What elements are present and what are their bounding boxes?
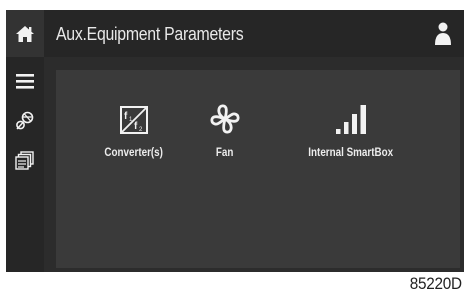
tile-fan-label: Fan	[216, 145, 234, 159]
menu-icon	[16, 73, 34, 89]
menu-button[interactable]	[6, 63, 44, 99]
signal-bars-icon	[336, 105, 366, 134]
parameters-panel: f 1 f 2 Converter(s) Fan Internal SmartB…	[56, 70, 460, 268]
tools-icon	[16, 111, 34, 130]
figure-code: 85220D	[410, 274, 462, 293]
home-button[interactable]	[6, 10, 44, 57]
frequency-converter-icon: f 1 f 2	[120, 106, 148, 134]
tile-fan[interactable]: Fan	[195, 95, 255, 159]
fan-icon	[210, 104, 240, 134]
controller-screen: Aux.Equipment Parameters f 1 f 2 Convert…	[6, 10, 464, 272]
home-icon	[16, 25, 34, 42]
sidebar	[6, 57, 44, 272]
pages-icon	[15, 151, 34, 170]
tile-internal-smartbox-label: Internal SmartBox	[308, 145, 394, 159]
tile-converters[interactable]: f 1 f 2 Converter(s)	[104, 95, 164, 159]
svg-text:f: f	[124, 111, 128, 122]
header-bar: Aux.Equipment Parameters	[6, 10, 464, 57]
user-icon	[435, 22, 451, 45]
tile-internal-smartbox[interactable]: Internal SmartBox	[301, 95, 401, 159]
pages-button[interactable]	[6, 143, 44, 179]
tools-button[interactable]	[6, 103, 44, 139]
page-title: Aux.Equipment Parameters	[56, 24, 244, 44]
tile-converters-label: Converter(s)	[104, 145, 164, 159]
user-button[interactable]	[432, 21, 454, 47]
svg-text:f: f	[134, 121, 138, 132]
